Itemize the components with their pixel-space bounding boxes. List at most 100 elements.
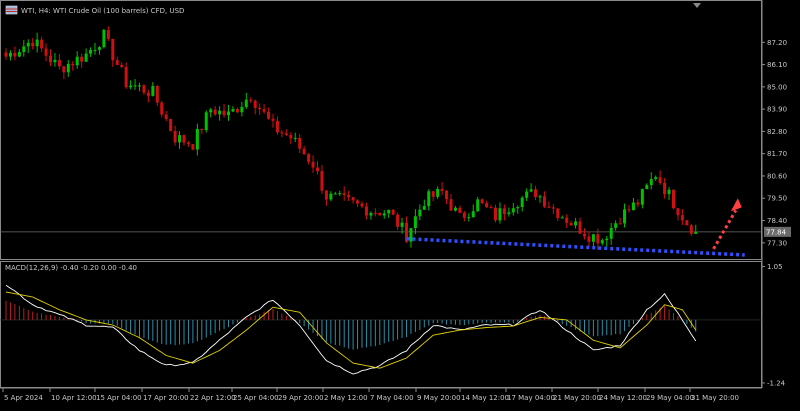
candle-body xyxy=(587,236,591,242)
candle-body xyxy=(106,29,110,39)
candle-body xyxy=(498,208,502,221)
candle-body xyxy=(280,132,284,134)
candle-body xyxy=(62,66,66,73)
candle-body xyxy=(645,185,649,190)
candle-body xyxy=(578,221,582,234)
candle-body xyxy=(502,208,506,215)
candle-body xyxy=(534,189,538,198)
candle-body xyxy=(458,207,462,213)
candle-body xyxy=(507,212,511,215)
candle-body xyxy=(387,209,391,214)
candle-body xyxy=(124,67,128,88)
symbol-flag-icon xyxy=(5,5,18,15)
candle-body xyxy=(636,202,640,205)
time-tick-label: 25 Apr 04:00 xyxy=(233,394,279,402)
candle-body xyxy=(431,191,435,197)
candle-body xyxy=(258,107,262,110)
candle-body xyxy=(17,51,21,57)
candle-body xyxy=(618,223,622,225)
price-tick-label: 79.50 xyxy=(767,195,787,203)
candle-body xyxy=(627,209,631,211)
candle-body xyxy=(115,60,119,65)
candle-body xyxy=(173,130,177,143)
candle-body xyxy=(583,233,586,237)
candle-body xyxy=(480,199,484,204)
candle-body xyxy=(213,109,217,115)
candle-body xyxy=(8,52,12,57)
candle-body xyxy=(658,177,662,184)
candle-body xyxy=(240,106,244,113)
candle-body xyxy=(569,222,573,226)
macd-tick-label: -1.24 xyxy=(767,379,786,387)
candle-body xyxy=(209,109,213,113)
time-tick-label: 24 May 12:00 xyxy=(599,394,647,402)
candle-body xyxy=(102,29,106,48)
candle-body xyxy=(80,56,84,62)
candle-body xyxy=(186,142,190,145)
candle-body xyxy=(298,137,302,149)
candle-body xyxy=(600,240,604,244)
candle-body xyxy=(574,221,578,226)
candle-body xyxy=(685,220,689,226)
candle-body xyxy=(151,86,155,96)
candle-body xyxy=(75,56,79,66)
candle-body xyxy=(338,193,342,195)
candle-body xyxy=(538,196,542,198)
candle-body xyxy=(316,167,319,172)
trading-chart[interactable]: 87.20 86.10 85.00 83.90 82.80 81.70 80.60 79.50… xyxy=(0,0,800,407)
candle-body xyxy=(284,133,288,136)
time-tick-label: 17 Apr 20:00 xyxy=(143,394,189,402)
time-tick-label: 7 May 04:00 xyxy=(370,394,414,402)
macd-title: MACD(12,26,9) -0.40 -0.20 0.00 -0.40 xyxy=(5,264,137,272)
candle-body xyxy=(262,109,266,112)
chart-canvas[interactable]: 87.20 86.10 85.00 83.90 82.80 81.70 80.60 79.50… xyxy=(0,0,800,407)
candle-body xyxy=(391,209,395,215)
candle-body xyxy=(138,85,141,87)
candle-body xyxy=(142,85,146,93)
candle-body xyxy=(302,148,306,155)
candle-body xyxy=(369,212,373,216)
candle-body xyxy=(293,137,297,139)
candle-body xyxy=(551,207,555,209)
price-tick-label: 86.10 xyxy=(767,61,787,69)
time-tick-label: 22 Apr 12:00 xyxy=(190,394,236,402)
candle-body xyxy=(476,199,480,212)
candle-body xyxy=(111,38,115,61)
candle-body xyxy=(31,42,35,47)
time-tick-label: 10 Apr 12:00 xyxy=(51,394,97,402)
candle-body xyxy=(169,118,173,131)
candle-body xyxy=(89,50,93,54)
candle-body xyxy=(511,208,515,213)
candle-body xyxy=(489,207,493,209)
candle-body xyxy=(516,207,520,209)
candle-body xyxy=(311,161,315,168)
time-tick-label: 17 May 04:00 xyxy=(507,394,555,402)
candle-body xyxy=(494,207,497,221)
candle-body xyxy=(178,135,182,143)
candle-body xyxy=(84,53,88,62)
candle-body xyxy=(253,100,257,108)
candle-body xyxy=(26,42,30,47)
candle-body xyxy=(623,209,627,224)
candle-body xyxy=(453,207,457,211)
candle-body xyxy=(342,193,346,196)
time-tick-label: 31 May 20:00 xyxy=(691,394,739,402)
candle-body xyxy=(440,188,444,191)
candle-body xyxy=(53,59,57,63)
candle-body xyxy=(129,85,133,88)
candle-body xyxy=(49,55,52,63)
candle-body xyxy=(663,183,667,195)
candle-body xyxy=(191,144,195,150)
time-tick-label: 15 Apr 04:00 xyxy=(96,394,142,402)
candle-body xyxy=(471,211,475,218)
candle-body xyxy=(13,52,17,57)
candle-body xyxy=(373,212,377,214)
candle-body xyxy=(164,114,168,119)
price-tick-label: 85.00 xyxy=(767,83,787,91)
candle-body xyxy=(200,128,204,131)
candle-body xyxy=(222,110,226,116)
candle-body xyxy=(609,227,613,239)
candle-body xyxy=(418,209,422,217)
price-tick-label: 87.20 xyxy=(767,39,787,47)
candle-body xyxy=(689,225,693,234)
